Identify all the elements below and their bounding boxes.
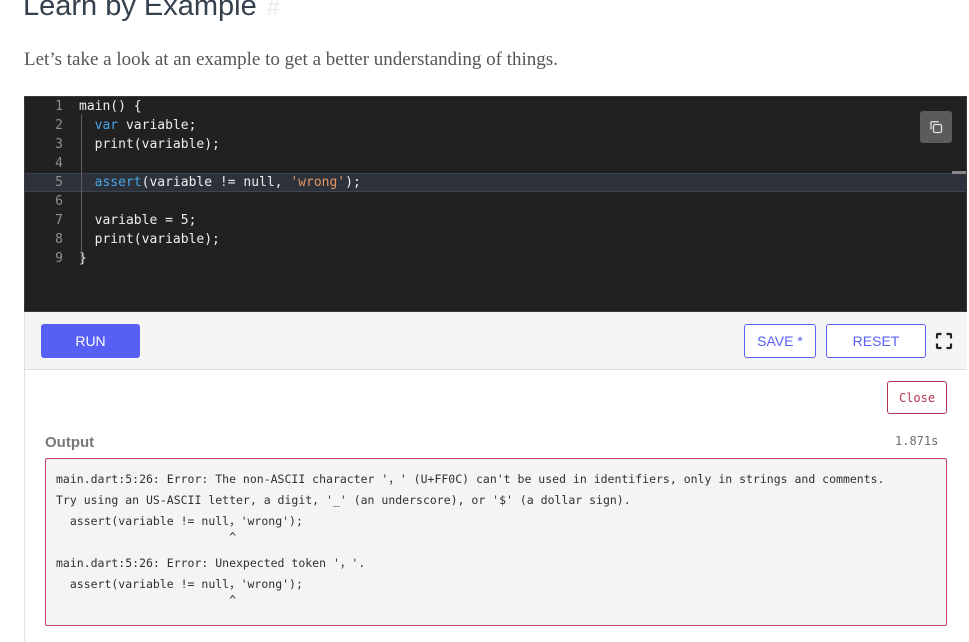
- code-text: variable = 5;: [79, 211, 197, 230]
- heading-anchor-link[interactable]: #: [267, 0, 280, 21]
- line-number: 5: [55, 175, 63, 190]
- code-text: main() {: [79, 97, 142, 116]
- code-token: main() {: [79, 99, 142, 114]
- code-editor[interactable]: 9} 8 print(variable); 7 variable = 5; 6 5 as…: [24, 96, 967, 312]
- output-line: ^: [56, 593, 237, 607]
- line-number: 9: [55, 251, 63, 266]
- output-line: main.dart:5:26: Error: The non-ASCII cha…: [56, 472, 885, 486]
- code-line[interactable]: 1 main() {: [25, 97, 966, 116]
- line-number: 3: [55, 137, 63, 152]
- line-number: 2: [55, 118, 63, 133]
- copy-icon: [930, 121, 943, 134]
- save-button[interactable]: SAVE *: [744, 324, 816, 358]
- copy-button[interactable]: [920, 111, 952, 143]
- fullscreen-icon[interactable]: [935, 332, 953, 350]
- code-token: variable = 5;: [94, 213, 197, 228]
- code-line[interactable]: 6: [25, 192, 966, 211]
- line-number: 8: [55, 232, 63, 247]
- indent-guide: [81, 114, 82, 262]
- output-line: assert(variable != null，'wrong');: [56, 514, 303, 528]
- line-number: 4: [55, 156, 63, 171]
- close-output-button[interactable]: Close: [887, 381, 947, 414]
- code-token: );: [345, 175, 361, 190]
- output-line: ^: [56, 530, 237, 544]
- output-console: main.dart:5:26: Error: The non-ASCII cha…: [45, 458, 947, 626]
- code-keyword: var: [94, 118, 119, 133]
- code-text: assert(variable != null, 'wrong');: [79, 174, 361, 191]
- reset-button[interactable]: RESET: [826, 324, 926, 358]
- code-line[interactable]: 4: [25, 154, 966, 173]
- line-number: 7: [55, 213, 63, 228]
- code-line[interactable]: 2 var variable;: [25, 116, 966, 135]
- elapsed-time: 1.871s: [895, 434, 939, 448]
- page-heading: Learn by Example #: [23, 0, 280, 23]
- code-token: (variable != null,: [141, 175, 291, 190]
- code-line[interactable]: 8 print(variable);: [25, 230, 966, 249]
- code-token: variable;: [118, 118, 197, 133]
- code-string: 'wrong': [290, 175, 346, 190]
- editor-toolbar: RUN SAVE * RESET: [24, 312, 967, 370]
- code-line[interactable]: 7 variable = 5;: [25, 211, 966, 230]
- run-button[interactable]: RUN: [41, 324, 140, 358]
- output-line: assert(variable != null，'wrong');: [56, 577, 303, 591]
- code-token: print(variable);: [94, 137, 220, 152]
- output-line: Try using an US-ASCII letter, a digit, '…: [56, 493, 631, 507]
- heading-title: Learn by Example: [23, 0, 257, 22]
- code-token: print(variable);: [94, 232, 220, 247]
- output-panel: Close Output 1.871s main.dart:5:26: Erro…: [24, 370, 967, 642]
- intro-text: Let’s take a look at an example to get a…: [24, 49, 558, 70]
- code-keyword: assert: [94, 175, 142, 190]
- code-line[interactable]: 3 print(variable);: [25, 135, 966, 154]
- code-line[interactable]: 9}: [25, 249, 966, 268]
- code-text: print(variable);: [79, 230, 220, 249]
- output-label: Output: [45, 434, 95, 451]
- code-text: var variable;: [79, 116, 197, 135]
- editor-scrollbar[interactable]: [952, 171, 966, 174]
- code-text: print(variable);: [79, 135, 220, 154]
- output-line: main.dart:5:26: Error: Unexpected token …: [56, 556, 366, 570]
- line-number: 1: [55, 99, 63, 114]
- line-number: 6: [55, 194, 63, 209]
- code-line-active[interactable]: 5 assert(variable != null, 'wrong');: [25, 173, 966, 192]
